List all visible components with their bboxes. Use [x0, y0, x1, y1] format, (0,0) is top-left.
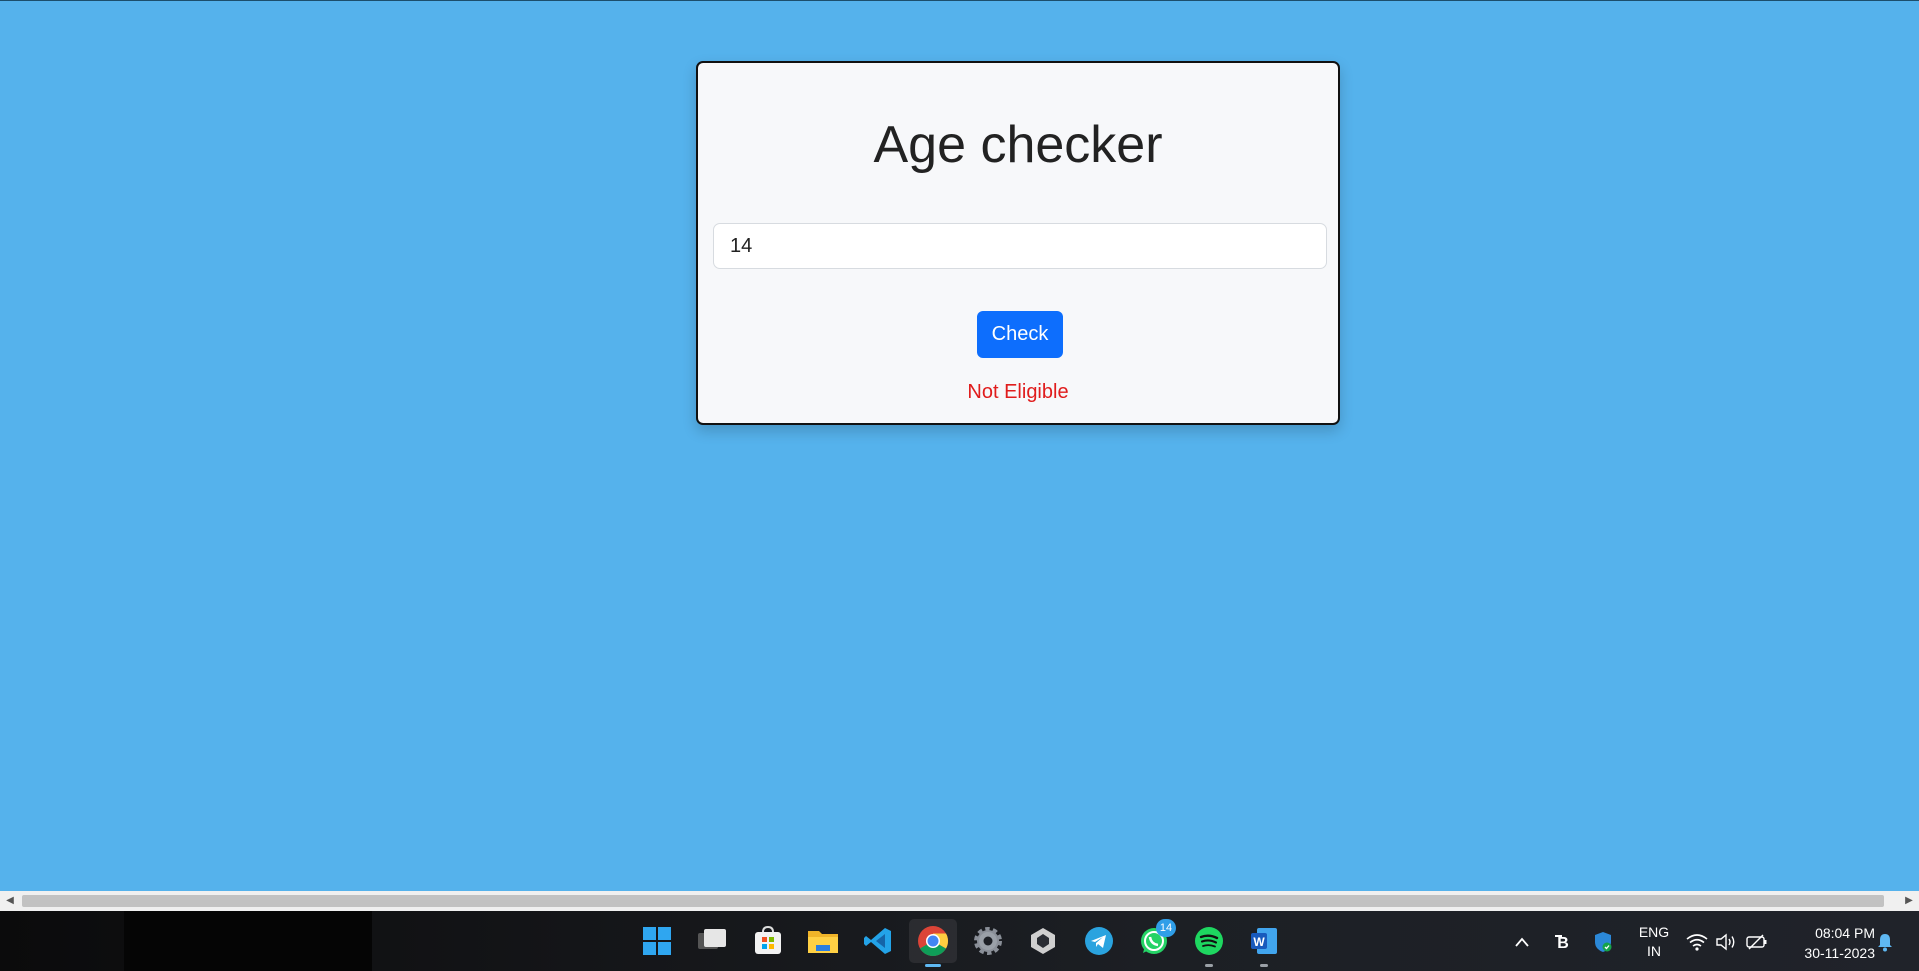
language-line2: IN	[1647, 943, 1661, 959]
spotify-icon[interactable]	[1191, 923, 1227, 959]
language-line1: ENG	[1638, 924, 1670, 940]
spotify-running-indicator	[1205, 964, 1213, 967]
vscode-icon[interactable]	[860, 923, 896, 959]
battery-icon[interactable]	[1746, 931, 1768, 953]
svg-text:B: B	[1557, 935, 1569, 952]
chrome-icon[interactable]	[909, 919, 957, 963]
whatsapp-badge: 14	[1156, 919, 1176, 937]
settings-icon[interactable]	[970, 923, 1006, 959]
telegram-icon[interactable]	[1081, 923, 1117, 959]
word-icon[interactable]: W	[1246, 923, 1282, 959]
page-title: Age checker	[873, 116, 1163, 174]
chrome-active-indicator	[925, 964, 941, 967]
microsoft-store-icon[interactable]	[750, 923, 786, 959]
age-input[interactable]	[713, 223, 1327, 269]
check-button[interactable]: Check	[977, 311, 1063, 358]
start-icon[interactable]	[639, 923, 675, 959]
file-explorer-icon[interactable]	[805, 923, 841, 959]
scrollbar-thumb[interactable]	[22, 895, 1884, 907]
scroll-right-arrow-icon[interactable]: ▶	[1902, 894, 1916, 908]
result-message: Not Eligible	[967, 381, 1069, 403]
volume-icon[interactable]	[1715, 931, 1737, 953]
horizontal-scrollbar[interactable]: ◀ ▶	[0, 891, 1919, 911]
windows-security-shield-icon[interactable]	[1592, 931, 1614, 953]
wifi-icon[interactable]	[1686, 931, 1708, 953]
notification-bell-icon[interactable]	[1874, 931, 1896, 953]
task-view-icon[interactable]	[694, 923, 730, 959]
window-top-border	[0, 0, 1919, 1]
clock[interactable]: 08:04 PM 30-11-2023	[1780, 923, 1875, 963]
age-checker-card: Age checker Check Not Eligible	[696, 61, 1340, 425]
show-hidden-icons-chevron-up-icon[interactable]	[1511, 931, 1533, 953]
taskbar: 14 W B ENG IN 08:04 PM 30-11-2023	[0, 911, 1919, 971]
unity-icon[interactable]	[1025, 923, 1061, 959]
whatsapp-icon[interactable]: 14	[1136, 919, 1176, 959]
language-indicator[interactable]: ENG IN	[1634, 923, 1674, 961]
clock-time: 08:04 PM	[1815, 925, 1875, 941]
tb-app-tray-icon[interactable]: B	[1552, 931, 1574, 953]
clock-date: 30-11-2023	[1804, 945, 1875, 961]
taskbar-shade	[124, 911, 372, 971]
scroll-left-arrow-icon[interactable]: ◀	[3, 894, 17, 908]
word-running-indicator	[1260, 964, 1268, 967]
svg-text:W: W	[1253, 935, 1265, 949]
